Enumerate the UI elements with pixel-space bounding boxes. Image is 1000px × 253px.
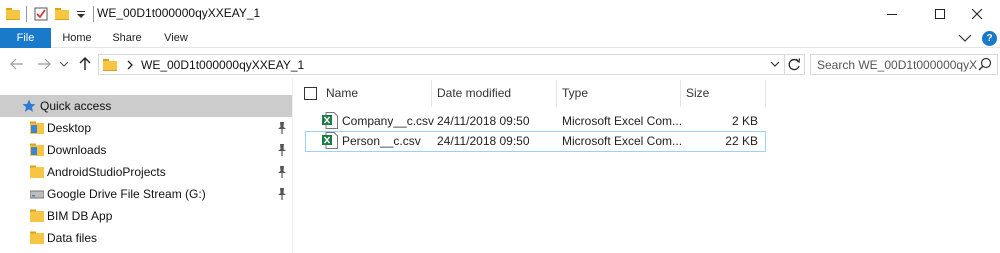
sidebar-item-downloads[interactable]: Downloads [0, 139, 292, 161]
maximize-icon [934, 8, 945, 19]
drive-icon [30, 190, 44, 199]
address-bar[interactable]: WE_00D1t000000qyXXEAY_1 [98, 54, 785, 75]
file-size: 2 KB [731, 114, 758, 128]
pin-icon[interactable] [276, 143, 288, 157]
downloads-folder-icon [30, 143, 44, 156]
forward-button[interactable] [35, 54, 53, 74]
column-header-type[interactable]: Type [556, 80, 680, 107]
desktop-folder-icon [30, 121, 44, 134]
refresh-button[interactable] [785, 54, 805, 75]
refresh-icon [788, 58, 801, 71]
pin-icon[interactable] [276, 187, 288, 201]
quick-access-toolbar [6, 5, 100, 23]
sidebar-item-quick-access[interactable]: Quick access [0, 95, 292, 117]
arrow-up-icon [79, 57, 91, 70]
tab-view[interactable]: View [154, 28, 198, 48]
file-name[interactable]: Company__c.csv [342, 114, 434, 128]
back-button[interactable] [8, 54, 26, 74]
pin-icon[interactable] [276, 165, 288, 179]
folder-icon [103, 58, 117, 71]
folder-icon[interactable] [6, 8, 20, 20]
properties-icon[interactable] [33, 6, 49, 22]
ribbon: File Home Share View ? [0, 28, 1000, 48]
sidebar-item-google-drive[interactable]: Google Drive File Stream (G:) [0, 183, 292, 205]
up-button[interactable] [76, 54, 94, 74]
new-folder-icon[interactable] [55, 8, 69, 20]
toolbar-divider [93, 6, 94, 22]
pane-divider[interactable] [292, 78, 293, 253]
arrow-right-icon [38, 58, 51, 70]
sidebar-item-label: AndroidStudioProjects [47, 165, 166, 179]
column-divider[interactable] [765, 80, 766, 107]
sidebar-item-data-files[interactable]: Data files [0, 227, 292, 249]
chevron-right-icon[interactable] [125, 60, 135, 70]
close-icon [971, 8, 982, 19]
toolbar-divider [26, 6, 27, 22]
address-dropdown-icon[interactable] [769, 57, 781, 71]
file-date-modified: 24/11/2018 09:50 [437, 114, 530, 128]
file-date-modified: 24/11/2018 09:50 [437, 134, 530, 148]
select-all-checkbox[interactable] [304, 87, 317, 100]
column-header-date-modified[interactable]: Date modified [431, 80, 556, 107]
file-name[interactable]: Person__c.csv [342, 134, 421, 148]
search-input[interactable]: Search WE_00D1t000000qyXX... [817, 58, 977, 72]
table-row[interactable]: Person__c.csv 24/11/2018 09:50 Microsoft… [305, 131, 766, 152]
tab-file[interactable]: File [0, 28, 51, 48]
recent-locations-button[interactable] [58, 54, 70, 74]
sidebar-item-label: Data files [47, 231, 98, 245]
folder-icon [30, 231, 44, 244]
search-icon[interactable] [978, 57, 992, 71]
title-bar: WE_00D1t000000qyXXEAY_1 [0, 0, 1000, 28]
navigation-row: WE_00D1t000000qyXXEAY_1 Search WE_00D1t0… [0, 50, 1000, 78]
arrow-left-icon [10, 58, 23, 70]
expand-ribbon-icon[interactable] [958, 33, 972, 43]
sidebar-item-label: Quick access [40, 99, 112, 113]
navigation-pane: Quick access Desktop Downloads AndroidSt… [0, 92, 292, 253]
window-title: WE_00D1t000000qyXXEAY_1 [97, 6, 261, 20]
tab-home[interactable]: Home [55, 28, 99, 48]
sidebar-item-label: Downloads [47, 143, 107, 157]
search-box[interactable]: Search WE_00D1t000000qyXX... [810, 54, 998, 75]
ribbon-controls: ? [958, 28, 1000, 48]
file-list-header: Name Date modified Type Size [300, 80, 766, 107]
excel-csv-file-icon [322, 132, 338, 149]
column-header-name[interactable]: Name [320, 80, 432, 107]
sidebar-item-androidstudioprojects[interactable]: AndroidStudioProjects [0, 161, 292, 183]
file-type: Microsoft Excel Com... [562, 134, 683, 148]
chevron-down-icon [59, 61, 69, 67]
sidebar-item-label: Google Drive File Stream (G:) [47, 187, 206, 201]
pin-icon[interactable] [276, 121, 288, 135]
sidebar-item-bim-db-app[interactable]: BIM DB App [0, 205, 292, 227]
file-size: 22 KB [725, 134, 758, 148]
close-button[interactable] [954, 0, 1000, 28]
column-header-size[interactable]: Size [680, 80, 765, 107]
table-row[interactable]: Company__c.csv 24/11/2018 09:50 Microsof… [305, 111, 766, 132]
tab-share[interactable]: Share [105, 28, 149, 48]
help-icon[interactable]: ? [982, 30, 997, 46]
address-path[interactable]: WE_00D1t000000qyXXEAY_1 [141, 58, 304, 72]
folder-icon [30, 209, 44, 222]
file-type: Microsoft Excel Com... [562, 114, 683, 128]
star-icon [22, 99, 36, 112]
minimize-icon [886, 13, 897, 15]
folder-icon [30, 165, 44, 178]
sidebar-item-label: Desktop [47, 121, 92, 135]
sidebar-item-label: BIM DB App [47, 209, 113, 223]
customize-toolbar-icon[interactable] [75, 6, 87, 22]
minimize-button[interactable] [869, 0, 915, 28]
sidebar-item-desktop[interactable]: Desktop [0, 117, 292, 139]
excel-csv-file-icon [322, 112, 338, 129]
